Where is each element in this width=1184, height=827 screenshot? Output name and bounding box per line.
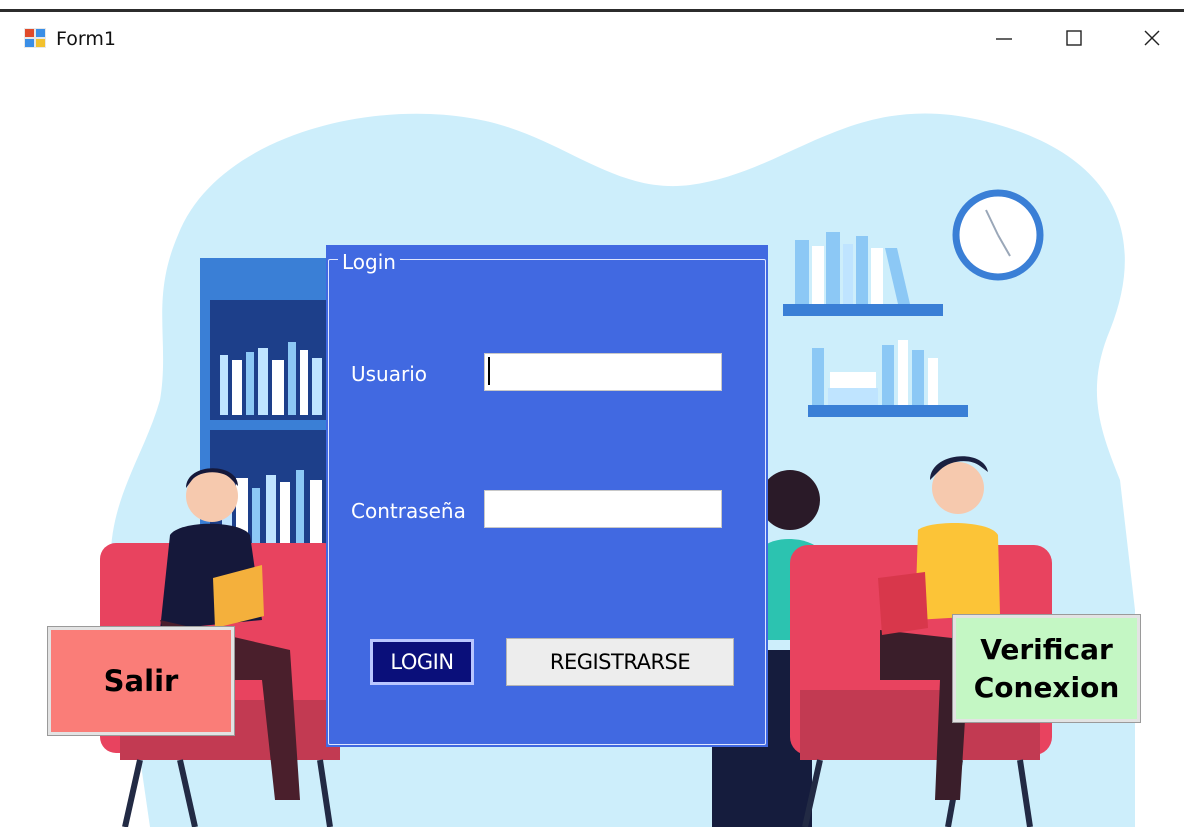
verificar-label-line2: Conexion [973,670,1120,704]
verificar-conexion-button[interactable]: Verificar Conexion [952,614,1141,723]
registrarse-button[interactable]: REGISTRARSE [506,638,734,686]
contrasena-input[interactable] [484,490,722,528]
app-icon [24,28,46,48]
form-client-area: Login Usuario Contraseña LOGIN REGISTRAR… [0,68,1184,827]
window-top-border [0,0,1184,12]
verificar-label-line1: Verificar [980,632,1113,666]
salir-button[interactable]: Salir [47,626,235,736]
login-button[interactable]: LOGIN [370,639,474,685]
usuario-label: Usuario [351,362,428,386]
login-group-legend: Login [338,250,400,274]
minimize-icon [996,38,1012,40]
window-title: Form1 [56,28,116,50]
close-icon [1144,30,1160,46]
minimize-button[interactable] [974,16,1034,60]
maximize-icon [1066,30,1082,46]
usuario-input[interactable] [484,353,722,391]
contrasena-label: Contraseña [351,499,466,523]
maximize-button[interactable] [1044,16,1104,60]
text-caret [488,357,490,385]
title-bar[interactable]: Form1 [0,12,1184,68]
close-button[interactable] [1122,16,1182,60]
